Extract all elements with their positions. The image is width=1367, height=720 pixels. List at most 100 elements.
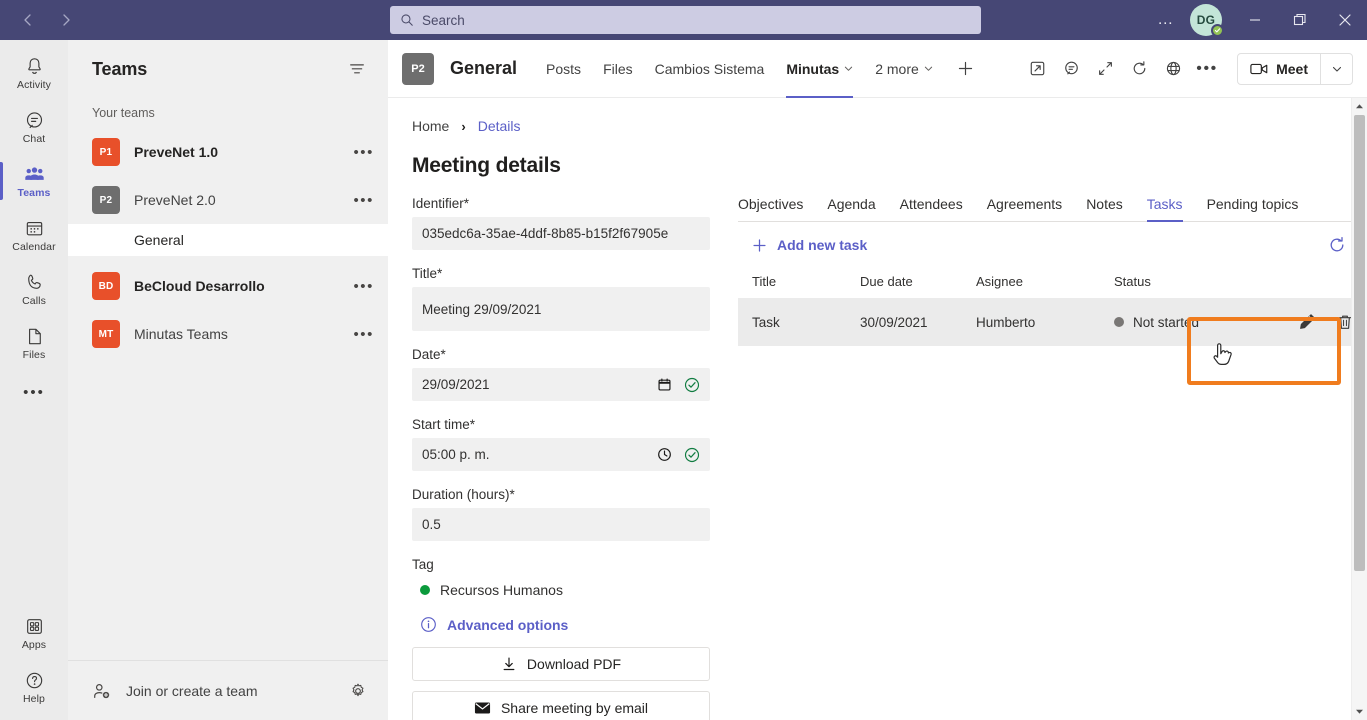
add-tab-icon[interactable] bbox=[950, 53, 982, 85]
maximize-icon[interactable] bbox=[1277, 0, 1322, 40]
gear-icon[interactable] bbox=[344, 677, 372, 705]
page-heading: Meeting details bbox=[412, 154, 561, 177]
sidebar-item-activity[interactable]: Activity bbox=[0, 46, 68, 100]
meet-chevron-down-icon[interactable] bbox=[1320, 53, 1352, 84]
more-icon[interactable]: ••• bbox=[1191, 53, 1223, 85]
team-name: Minutas Teams bbox=[134, 326, 228, 342]
scroll-down-icon[interactable] bbox=[1352, 703, 1367, 720]
tab-cambios-sistema[interactable]: Cambios Sistema bbox=[644, 40, 776, 98]
sidebar-item-label: Teams bbox=[17, 187, 51, 199]
sidebar-item-label: Calls bbox=[22, 295, 46, 307]
sidebar-item-calls[interactable]: Calls bbox=[0, 262, 68, 316]
team-item-minutas-teams[interactable]: MT Minutas Teams ••• bbox=[68, 310, 388, 358]
title-field[interactable]: Meeting 29/09/2021 bbox=[412, 287, 710, 331]
avatar[interactable]: DG bbox=[1190, 4, 1224, 37]
page-title: Teams bbox=[92, 58, 148, 79]
search-input[interactable]: Search bbox=[422, 13, 465, 28]
team-more-icon[interactable]: ••• bbox=[353, 192, 374, 209]
tag-label: Tag bbox=[412, 557, 434, 572]
tab-minutas[interactable]: Minutas bbox=[775, 40, 864, 98]
sidebar-item-apps[interactable]: Apps bbox=[0, 606, 68, 660]
tab-files[interactable]: Files bbox=[592, 40, 644, 98]
teams-app-window: Search … DG Activity Chat Teams Calendar… bbox=[0, 0, 1367, 720]
tab-agenda[interactable]: Agenda bbox=[815, 196, 887, 221]
sidebar-item-help[interactable]: Help bbox=[0, 660, 68, 714]
edit-pencil-icon[interactable] bbox=[1296, 311, 1318, 333]
back-icon[interactable] bbox=[12, 4, 44, 36]
clock-icon[interactable] bbox=[657, 447, 672, 462]
tab-notes[interactable]: Notes bbox=[1074, 196, 1135, 221]
teams-panel-footer: Join or create a team bbox=[68, 660, 388, 720]
team-item-becloud-desarrollo[interactable]: BD BeCloud Desarrollo ••• bbox=[68, 262, 388, 310]
channel-item-general[interactable]: General bbox=[68, 224, 388, 256]
team-more-icon[interactable]: ••• bbox=[353, 326, 374, 343]
nav-arrows bbox=[12, 4, 82, 36]
vertical-scrollbar[interactable] bbox=[1351, 98, 1367, 720]
status-dot-icon bbox=[1114, 317, 1124, 327]
scroll-up-icon[interactable] bbox=[1352, 98, 1367, 115]
share-email-button[interactable]: Share meeting by email bbox=[412, 691, 710, 720]
join-team-icon bbox=[92, 681, 112, 701]
add-new-task-button[interactable]: Add new task bbox=[738, 237, 867, 253]
filter-icon[interactable] bbox=[342, 54, 372, 84]
main-content: P2 General Posts Files Cambios Sistema M… bbox=[388, 40, 1367, 720]
globe-icon[interactable] bbox=[1157, 53, 1189, 85]
conversation-icon[interactable] bbox=[1055, 53, 1087, 85]
expand-icon[interactable] bbox=[1089, 53, 1121, 85]
date-field[interactable]: 29/09/2021 bbox=[412, 368, 710, 401]
forward-icon[interactable] bbox=[50, 4, 82, 36]
tag-item[interactable]: Recursos Humanos bbox=[412, 582, 710, 598]
sidebar-item-label: Chat bbox=[22, 133, 46, 145]
sidebar-item-label: Activity bbox=[16, 79, 52, 91]
team-item-prevenet-2[interactable]: P2 PreveNet 2.0 ••• bbox=[68, 176, 388, 224]
team-avatar: MT bbox=[92, 320, 120, 348]
tab-posts[interactable]: Posts bbox=[535, 40, 592, 98]
start-time-field[interactable]: 05:00 p. m. bbox=[412, 438, 710, 471]
sidebar-item-calendar[interactable]: Calendar bbox=[0, 208, 68, 262]
table-row[interactable]: Task 30/09/2021 Humberto Not started bbox=[738, 298, 1356, 346]
join-or-create-team-label[interactable]: Join or create a team bbox=[126, 683, 258, 699]
sidebar-item-teams[interactable]: Teams bbox=[0, 154, 68, 208]
settings-more-icon[interactable]: … bbox=[1148, 4, 1184, 36]
sidebar-item-chat[interactable]: Chat bbox=[0, 100, 68, 154]
chevron-down-icon[interactable] bbox=[924, 64, 933, 75]
tag-name: Recursos Humanos bbox=[440, 582, 563, 598]
search-container[interactable]: Search bbox=[390, 6, 981, 34]
tab-objectives[interactable]: Objectives bbox=[738, 196, 815, 221]
team-avatar: BD bbox=[92, 272, 120, 300]
breadcrumb-home[interactable]: Home bbox=[412, 118, 449, 134]
tab-2-more[interactable]: 2 more bbox=[864, 40, 944, 98]
date-field-icons bbox=[657, 377, 700, 393]
search-box[interactable]: Search bbox=[390, 6, 981, 34]
tab-pending-topics[interactable]: Pending topics bbox=[1195, 196, 1311, 221]
open-in-new-icon[interactable] bbox=[1021, 53, 1053, 85]
tab-agreements[interactable]: Agreements bbox=[975, 196, 1074, 221]
sidebar-item-files[interactable]: Files bbox=[0, 316, 68, 370]
advanced-options-link[interactable]: Advanced options bbox=[412, 616, 710, 633]
apps-icon bbox=[24, 615, 45, 637]
minimize-icon[interactable] bbox=[1232, 0, 1277, 40]
scrollbar-thumb[interactable] bbox=[1354, 115, 1365, 571]
breadcrumb-details[interactable]: Details bbox=[478, 118, 521, 134]
chevron-down-icon[interactable] bbox=[844, 64, 853, 75]
tab-attendees[interactable]: Attendees bbox=[888, 196, 975, 221]
date-label: Date* bbox=[412, 347, 446, 362]
team-more-icon[interactable]: ••• bbox=[353, 278, 374, 295]
team-more-icon[interactable]: ••• bbox=[353, 144, 374, 161]
meeting-form: Identifier* 035edc6a-35ae-4ddf-8b85-b15f… bbox=[388, 196, 710, 720]
sidebar-more-apps-icon[interactable]: ••• bbox=[0, 370, 68, 414]
identifier-field[interactable]: 035edc6a-35ae-4ddf-8b85-b15f2f67905e bbox=[412, 217, 710, 250]
team-item-prevenet-1[interactable]: P1 PreveNet 1.0 ••• bbox=[68, 128, 388, 176]
check-circle-icon bbox=[684, 377, 700, 393]
tab-label: Cambios Sistema bbox=[654, 60, 765, 77]
close-icon[interactable] bbox=[1322, 0, 1367, 40]
tab-tasks[interactable]: Tasks bbox=[1135, 196, 1195, 222]
refresh-icon[interactable] bbox=[1123, 53, 1155, 85]
tasks-toolbar: Add new task bbox=[738, 222, 1356, 264]
calendar-icon[interactable] bbox=[657, 377, 672, 392]
download-pdf-button[interactable]: Download PDF bbox=[412, 647, 710, 681]
channel-tabs: Posts Files Cambios Sistema Minutas 2 mo… bbox=[535, 40, 982, 98]
channel-title: General bbox=[450, 58, 518, 78]
duration-field[interactable]: 0.5 bbox=[412, 508, 710, 541]
meet-button[interactable]: Meet bbox=[1238, 54, 1320, 84]
